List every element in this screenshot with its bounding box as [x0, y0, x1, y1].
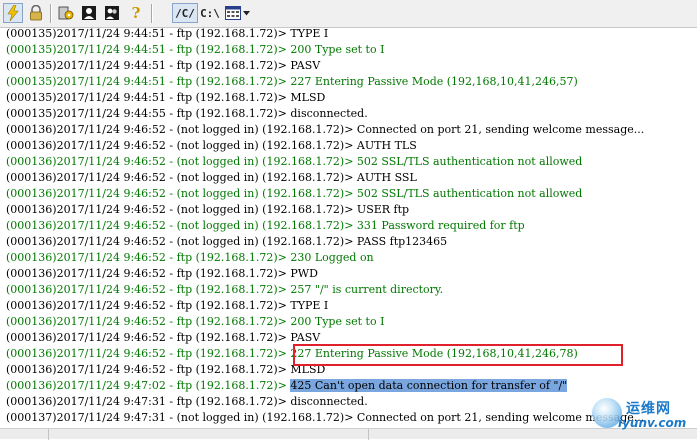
log-line-selected[interactable]: (000136)2017/11/24 9:47:02 - ftp (192.16…	[6, 378, 568, 394]
log-line[interactable]: (000136)2017/11/24 9:46:52 - ftp (192.16…	[6, 298, 328, 314]
toolbar-separator	[151, 4, 153, 23]
log-line[interactable]: (000136)2017/11/24 9:46:52 - ftp (192.16…	[6, 314, 384, 330]
toolbar: ? /C/ C:\	[0, 0, 697, 28]
log-line[interactable]: (000136)2017/11/24 9:46:52 - (not logged…	[6, 170, 417, 186]
watermark-name: 运维网	[626, 401, 671, 417]
help-icon[interactable]: ?	[126, 3, 146, 23]
log-line[interactable]: (000135)2017/11/24 9:44:51 - ftp (192.16…	[6, 42, 384, 58]
log-line[interactable]: (000136)2017/11/24 9:47:31 - ftp (192.16…	[6, 394, 368, 410]
toolbar-separator	[50, 4, 52, 23]
drive-toggle-button[interactable]: C:\	[199, 3, 221, 23]
users-icon[interactable]	[79, 3, 99, 23]
log-line[interactable]: (000136)2017/11/24 9:46:52 - ftp (192.16…	[6, 266, 318, 282]
log-line[interactable]: (000136)2017/11/24 9:46:52 - ftp (192.16…	[6, 282, 443, 298]
log-line[interactable]: (000136)2017/11/24 9:46:52 - (not logged…	[6, 154, 582, 170]
log-line[interactable]: (000136)2017/11/24 9:46:52 - (not logged…	[6, 218, 525, 234]
groups-icon[interactable]	[102, 3, 122, 23]
server-settings-icon[interactable]	[56, 3, 76, 23]
log-line[interactable]: (000136)2017/11/24 9:46:52 - (not logged…	[6, 138, 417, 154]
log-line[interactable]: (000136)2017/11/24 9:46:52 - ftp (192.16…	[6, 250, 374, 266]
watermark-logo: 运维网 iyunv.com	[592, 396, 692, 434]
selected-error-text: 425 Can't open data connection for trans…	[290, 379, 568, 392]
log-line-prefix: (000136)2017/11/24 9:47:02 - ftp (192.16…	[6, 379, 291, 392]
log-line[interactable]: (000136)2017/11/24 9:46:52 - (not logged…	[6, 202, 409, 218]
log-line[interactable]: (000135)2017/11/24 9:44:51 - ftp (192.16…	[6, 58, 320, 74]
chevron-down-icon	[242, 10, 250, 15]
log-view[interactable]: (000135)2017/11/24 9:44:51 - ftp (192.16…	[0, 28, 697, 428]
log-line[interactable]: (000136)2017/11/24 9:46:52 - ftp (192.16…	[6, 346, 578, 362]
log-line[interactable]: (000136)2017/11/24 9:46:52 - (not logged…	[6, 186, 582, 202]
log-line[interactable]: (000136)2017/11/24 9:46:52 - ftp (192.16…	[6, 330, 320, 346]
log-line[interactable]: (000135)2017/11/24 9:44:51 - ftp (192.16…	[6, 74, 578, 90]
log-line[interactable]: (000137)2017/11/24 9:47:31 - (not logged…	[6, 410, 644, 426]
view-dropdown-button[interactable]	[222, 3, 252, 23]
log-line[interactable]: (000136)2017/11/24 9:46:52 - (not logged…	[6, 234, 447, 250]
log-line[interactable]: (000135)2017/11/24 9:44:55 - ftp (192.16…	[6, 106, 368, 122]
path-toggle-label: /C/	[175, 6, 195, 20]
log-line[interactable]: (000135)2017/11/24 9:44:51 - ftp (192.16…	[6, 28, 328, 42]
log-line[interactable]: (000135)2017/11/24 9:44:51 - ftp (192.16…	[6, 90, 325, 106]
watermark-site: iyunv.com	[618, 416, 687, 430]
grid-view-icon	[224, 6, 241, 20]
lightning-icon[interactable]	[3, 3, 23, 23]
path-toggle-button[interactable]: /C/	[172, 3, 198, 23]
log-line[interactable]: (000136)2017/11/24 9:46:52 - (not logged…	[6, 122, 644, 138]
lock-icon[interactable]	[26, 3, 46, 23]
log-line[interactable]: (000136)2017/11/24 9:46:52 - ftp (192.16…	[6, 362, 325, 378]
drive-toggle-label: C:\	[200, 6, 220, 20]
